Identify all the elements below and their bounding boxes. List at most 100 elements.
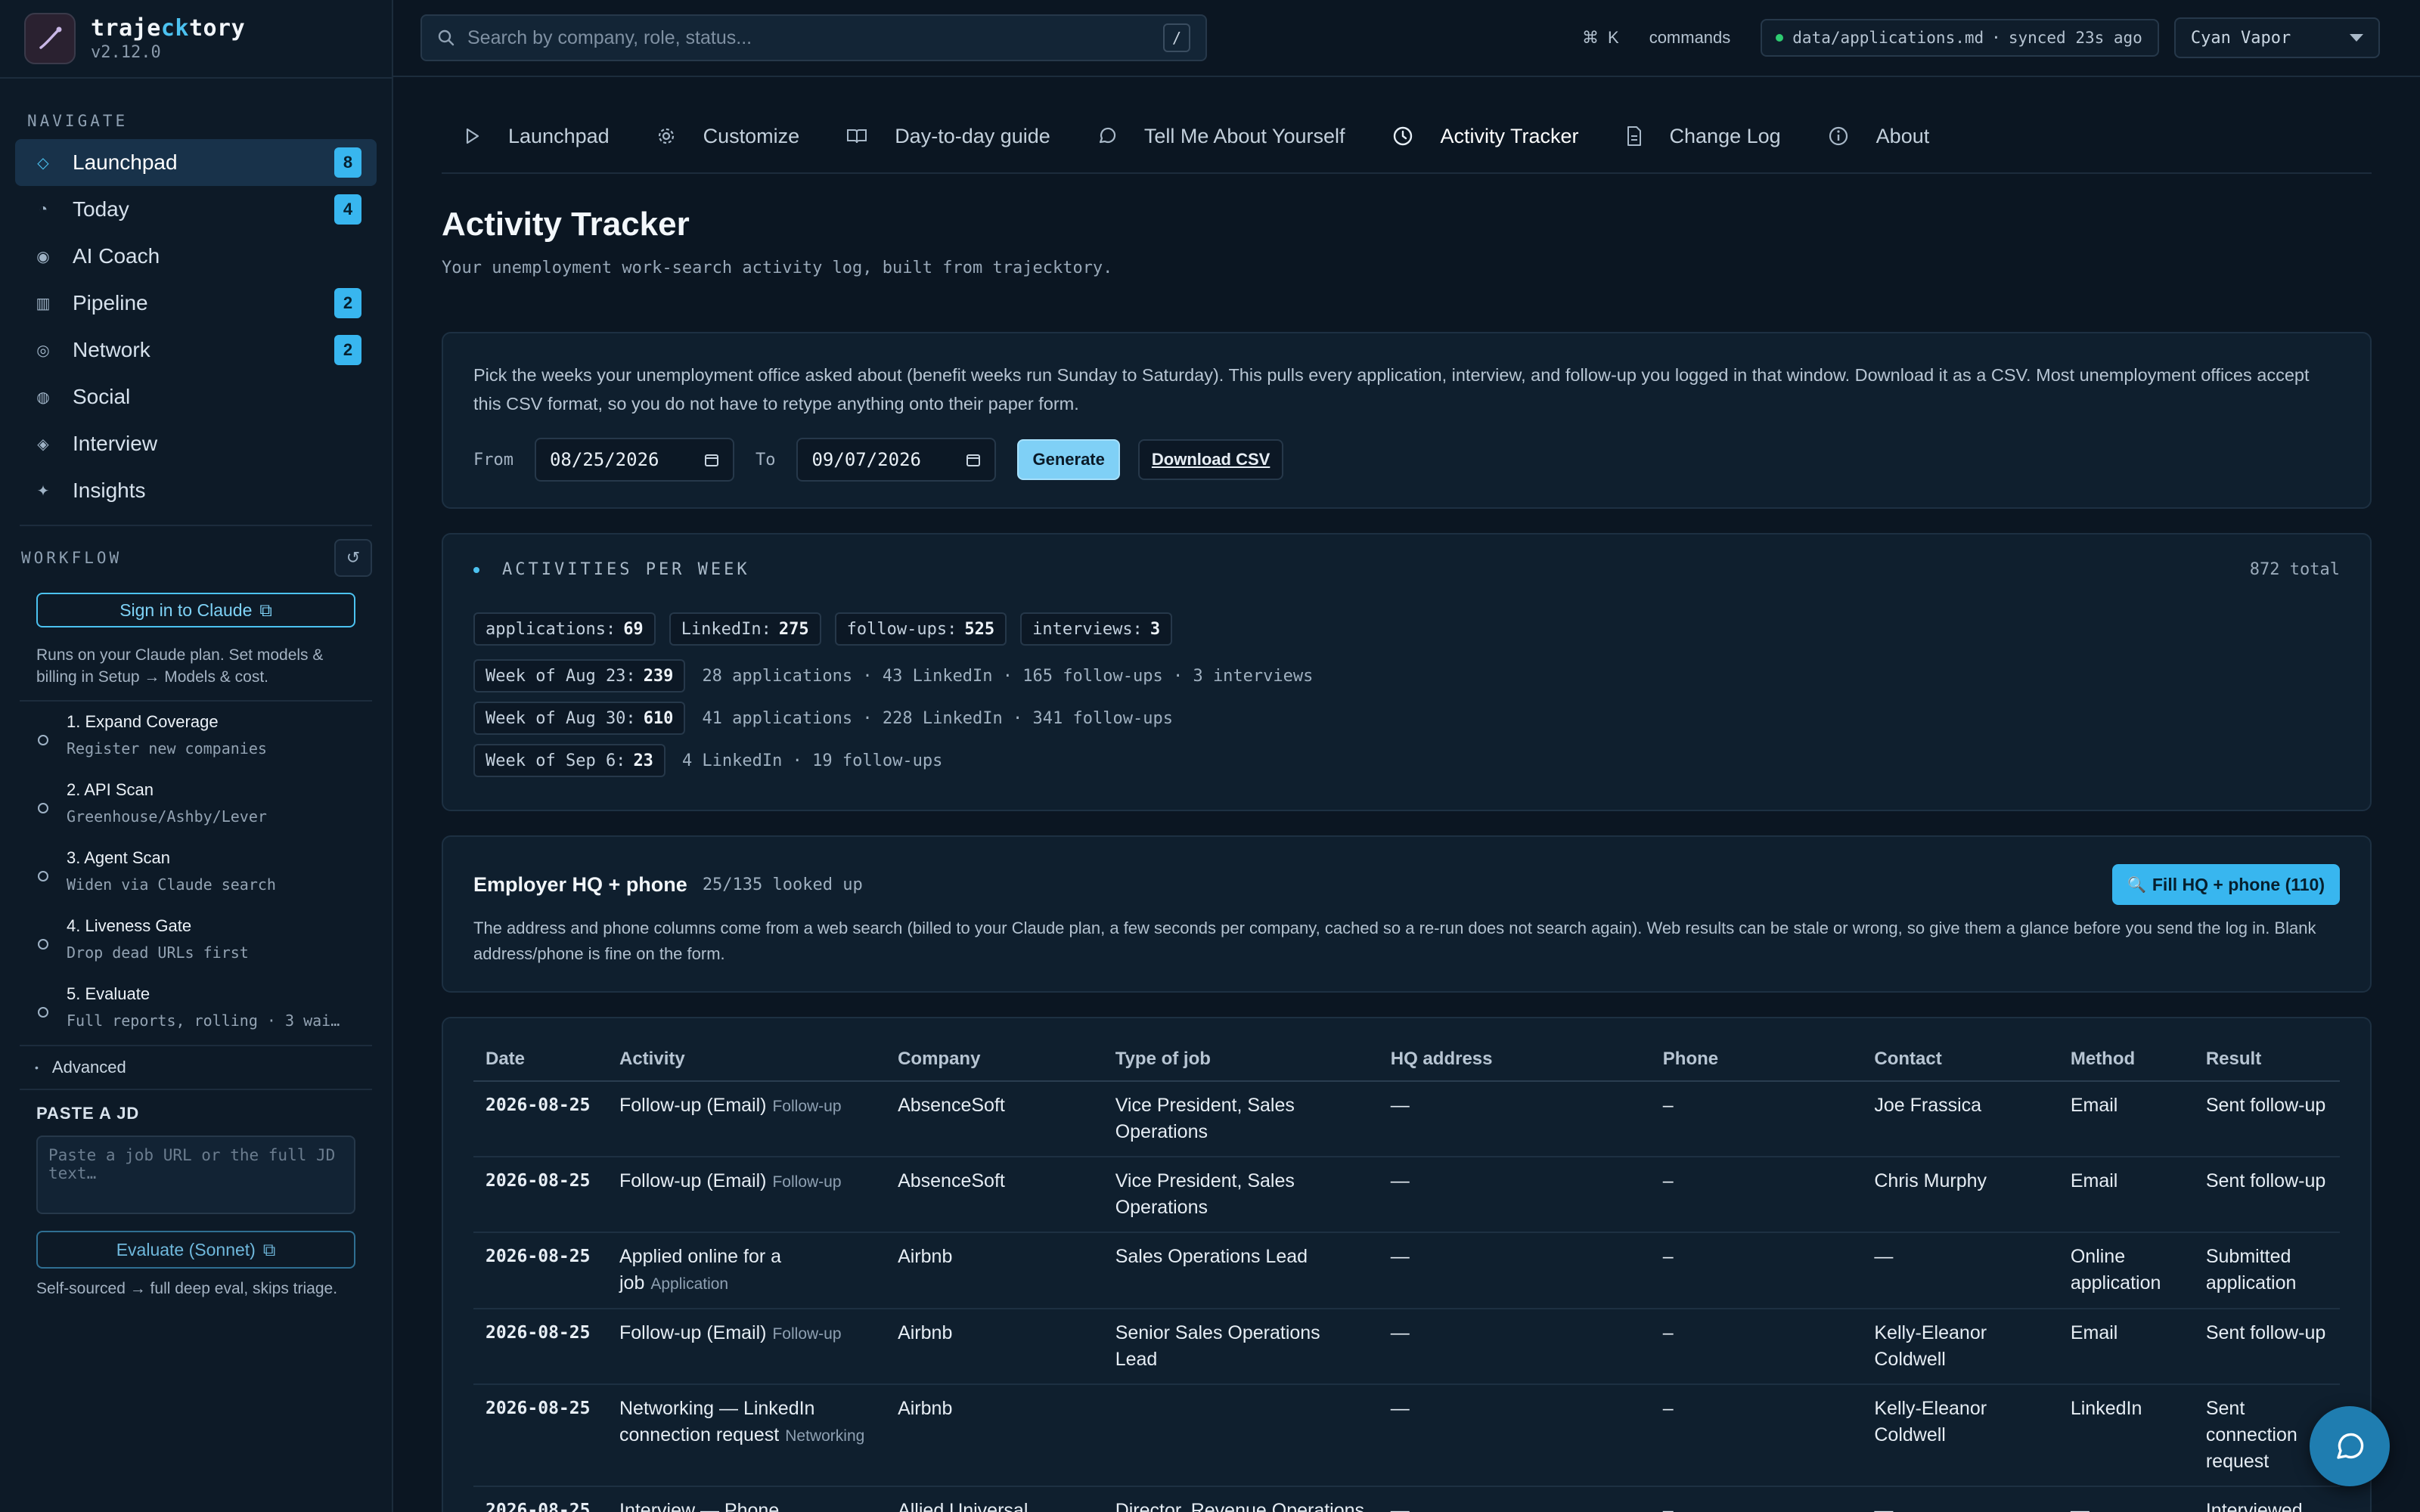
advanced-toggle[interactable]: • Advanced: [0, 1046, 392, 1089]
theme-select[interactable]: Cyan Vapor: [2173, 17, 2380, 58]
week-list: Week of Aug 23: 239 28 applications · 43 …: [473, 659, 2340, 777]
contact-cell: Kelly-Eleanor Coldwell: [1862, 1309, 2059, 1385]
command-key: K: [1608, 28, 1619, 47]
sign-in-button[interactable]: Sign in to Claude ⧉: [36, 593, 355, 627]
jd-input[interactable]: [36, 1136, 355, 1214]
column-header[interactable]: Result: [2193, 1049, 2340, 1082]
advanced-label: Advanced: [51, 1058, 126, 1077]
tab-tell-me-about-yourself[interactable]: Tell Me About Yourself: [1097, 125, 1345, 148]
sidebar-item-launchpad[interactable]: ◇ Launchpad 8: [15, 139, 377, 186]
activity-cell: Interview — Phone: [607, 1486, 886, 1512]
table-row[interactable]: 2026-08-25 Networking — LinkedIn connect…: [473, 1384, 2340, 1487]
info-icon: [1829, 126, 1848, 146]
tab-bar: Launchpad Customize Day-to-day guide Tel…: [442, 77, 2372, 174]
diamond-filled-icon: ◈: [37, 435, 49, 453]
week-row: Week of Aug 23: 239 28 applications · 43 …: [473, 659, 2340, 692]
column-header[interactable]: Date: [473, 1049, 607, 1082]
workflow-steps: 1. Expand Coverage Register new companies…: [0, 705, 392, 1045]
command-palette-hint[interactable]: ⌘ K commands: [1582, 28, 1730, 48]
step-subtitle: Full reports, rolling · 3 wai…: [67, 1012, 340, 1030]
sidebar-item-interview[interactable]: ◈ Interview: [15, 420, 377, 467]
brand[interactable]: trajecktory v2.12.0: [0, 0, 392, 79]
total-count: 872 total: [2249, 560, 2340, 579]
column-header[interactable]: Phone: [1650, 1049, 1863, 1082]
company-cell: Allied Universal: [886, 1486, 1103, 1512]
date-cell: 2026-08-25: [473, 1232, 607, 1309]
phone-cell: –: [1650, 1309, 1863, 1385]
navigate-section-label: NAVIGATE: [27, 112, 129, 130]
workflow-step[interactable]: 2. API Scan Greenhouse/Ashby/Lever: [0, 773, 392, 841]
workflow-step[interactable]: 3. Agent Scan Widen via Claude search: [0, 841, 392, 909]
sidebar-item-today[interactable]: ◔ Today 4: [15, 186, 377, 233]
gear-icon: [658, 128, 674, 144]
sidebar-item-network[interactable]: ◎ Network 2: [15, 327, 377, 373]
count-badge: 4: [334, 194, 361, 225]
column-header[interactable]: Type of job: [1103, 1049, 1379, 1082]
table-row[interactable]: 2026-08-25 Follow-up (Email) Follow-up Ai…: [473, 1309, 2340, 1385]
contact-cell: Joe Frassica: [1862, 1081, 2059, 1157]
sign-in-label: Sign in to Claude: [119, 600, 253, 620]
table-header-row: Date Activity Company Type of job HQ add…: [473, 1049, 2340, 1082]
date-cell: 2026-08-25: [473, 1157, 607, 1233]
sidebar-item-insights[interactable]: ✦ Insights: [15, 467, 377, 514]
chat-button[interactable]: [2310, 1406, 2390, 1486]
sidebar-item-label: Network: [73, 338, 150, 361]
week-detail: 41 applications · 228 LinkedIn · 341 fol…: [702, 708, 1173, 728]
refresh-icon[interactable]: ↺: [334, 539, 372, 577]
sidebar-item-social[interactable]: ◍ Social: [15, 373, 377, 420]
method-cell: Email: [2058, 1157, 2194, 1233]
job-type-cell: Senior Sales Operations Lead: [1103, 1309, 1379, 1385]
count-badge: 2: [334, 288, 361, 318]
to-date-input[interactable]: 09/07/2026: [796, 438, 997, 482]
magnifier-icon: 🔍: [2127, 876, 2146, 894]
command-key-icon: ⌘: [1582, 28, 1599, 47]
divider: [20, 700, 372, 702]
step-title: 5. Evaluate: [67, 984, 150, 1003]
workflow-step[interactable]: 1. Expand Coverage Register new companies: [0, 705, 392, 773]
search-input[interactable]: [467, 26, 1163, 49]
column-header[interactable]: Contact: [1862, 1049, 2059, 1082]
tab-launchpad[interactable]: Launchpad: [464, 125, 610, 148]
table-row[interactable]: 2026-08-25 Follow-up (Email) Follow-up Ab…: [473, 1157, 2340, 1233]
tab-change-log[interactable]: Change Log: [1626, 125, 1781, 148]
result-cell: Sent follow-up: [2193, 1157, 2340, 1233]
search-shortcut: /: [1163, 23, 1190, 52]
evaluate-note: Self-sourced → full deep eval, skips tri…: [36, 1280, 338, 1297]
column-header[interactable]: Method: [2058, 1049, 2194, 1082]
generate-button[interactable]: Generate: [1017, 439, 1120, 480]
fill-hq-phone-button[interactable]: 🔍 Fill HQ + phone (110): [2111, 864, 2340, 905]
page-subtitle: Your unemployment work-search activity l…: [442, 259, 1113, 277]
diamond-icon: ◇: [37, 154, 49, 172]
search-icon: [438, 29, 455, 46]
column-header[interactable]: Activity: [607, 1049, 886, 1082]
tab-about[interactable]: About: [1828, 125, 1929, 148]
sidebar-item-pipeline[interactable]: ▥ Pipeline 2: [15, 280, 377, 327]
book-icon: [847, 129, 867, 144]
table-row[interactable]: 2026-08-25 Interview — Phone Allied Univ…: [473, 1486, 2340, 1512]
evaluate-button[interactable]: Evaluate (Sonnet) ⧉: [36, 1231, 355, 1269]
job-type-cell: [1103, 1384, 1379, 1487]
hq-address-cell: —: [1378, 1081, 1651, 1157]
contact-cell: —: [1862, 1486, 2059, 1512]
workflow-step[interactable]: 5. Evaluate Full reports, rolling · 3 wai…: [0, 977, 392, 1045]
sidebar-item-label: Social: [73, 385, 131, 408]
calendar-icon: [704, 454, 718, 466]
column-header[interactable]: HQ address: [1378, 1049, 1651, 1082]
tab-day-to-day-guide[interactable]: Day-to-day guide: [846, 125, 1050, 148]
table-row[interactable]: 2026-08-25 Applied online for a job Appli…: [473, 1232, 2340, 1309]
week-detail: 28 applications · 43 LinkedIn · 165 foll…: [702, 666, 1314, 686]
workflow-step[interactable]: 4. Liveness Gate Drop dead URLs first: [0, 909, 392, 977]
tab-activity-tracker[interactable]: Activity Tracker: [1392, 125, 1579, 148]
from-date-input[interactable]: 08/25/2026: [534, 438, 734, 482]
topbar: / ⌘ K commands data/applications.md · sy…: [393, 0, 2420, 77]
column-header[interactable]: Company: [886, 1049, 1103, 1082]
download-csv-button[interactable]: Download CSV: [1137, 439, 1284, 480]
date-range-card: Pick the weeks your unemployment office …: [442, 332, 2372, 509]
week-tag: Week of Sep 6: 23: [473, 744, 666, 777]
activity-tag: Follow-up: [772, 1098, 842, 1115]
tab-label: Change Log: [1669, 124, 1781, 147]
tab-customize[interactable]: Customize: [656, 125, 799, 148]
search-box[interactable]: /: [420, 14, 1207, 61]
sidebar-item-ai-coach[interactable]: ◉ AI Coach: [15, 233, 377, 280]
table-row[interactable]: 2026-08-25 Follow-up (Email) Follow-up Ab…: [473, 1081, 2340, 1157]
